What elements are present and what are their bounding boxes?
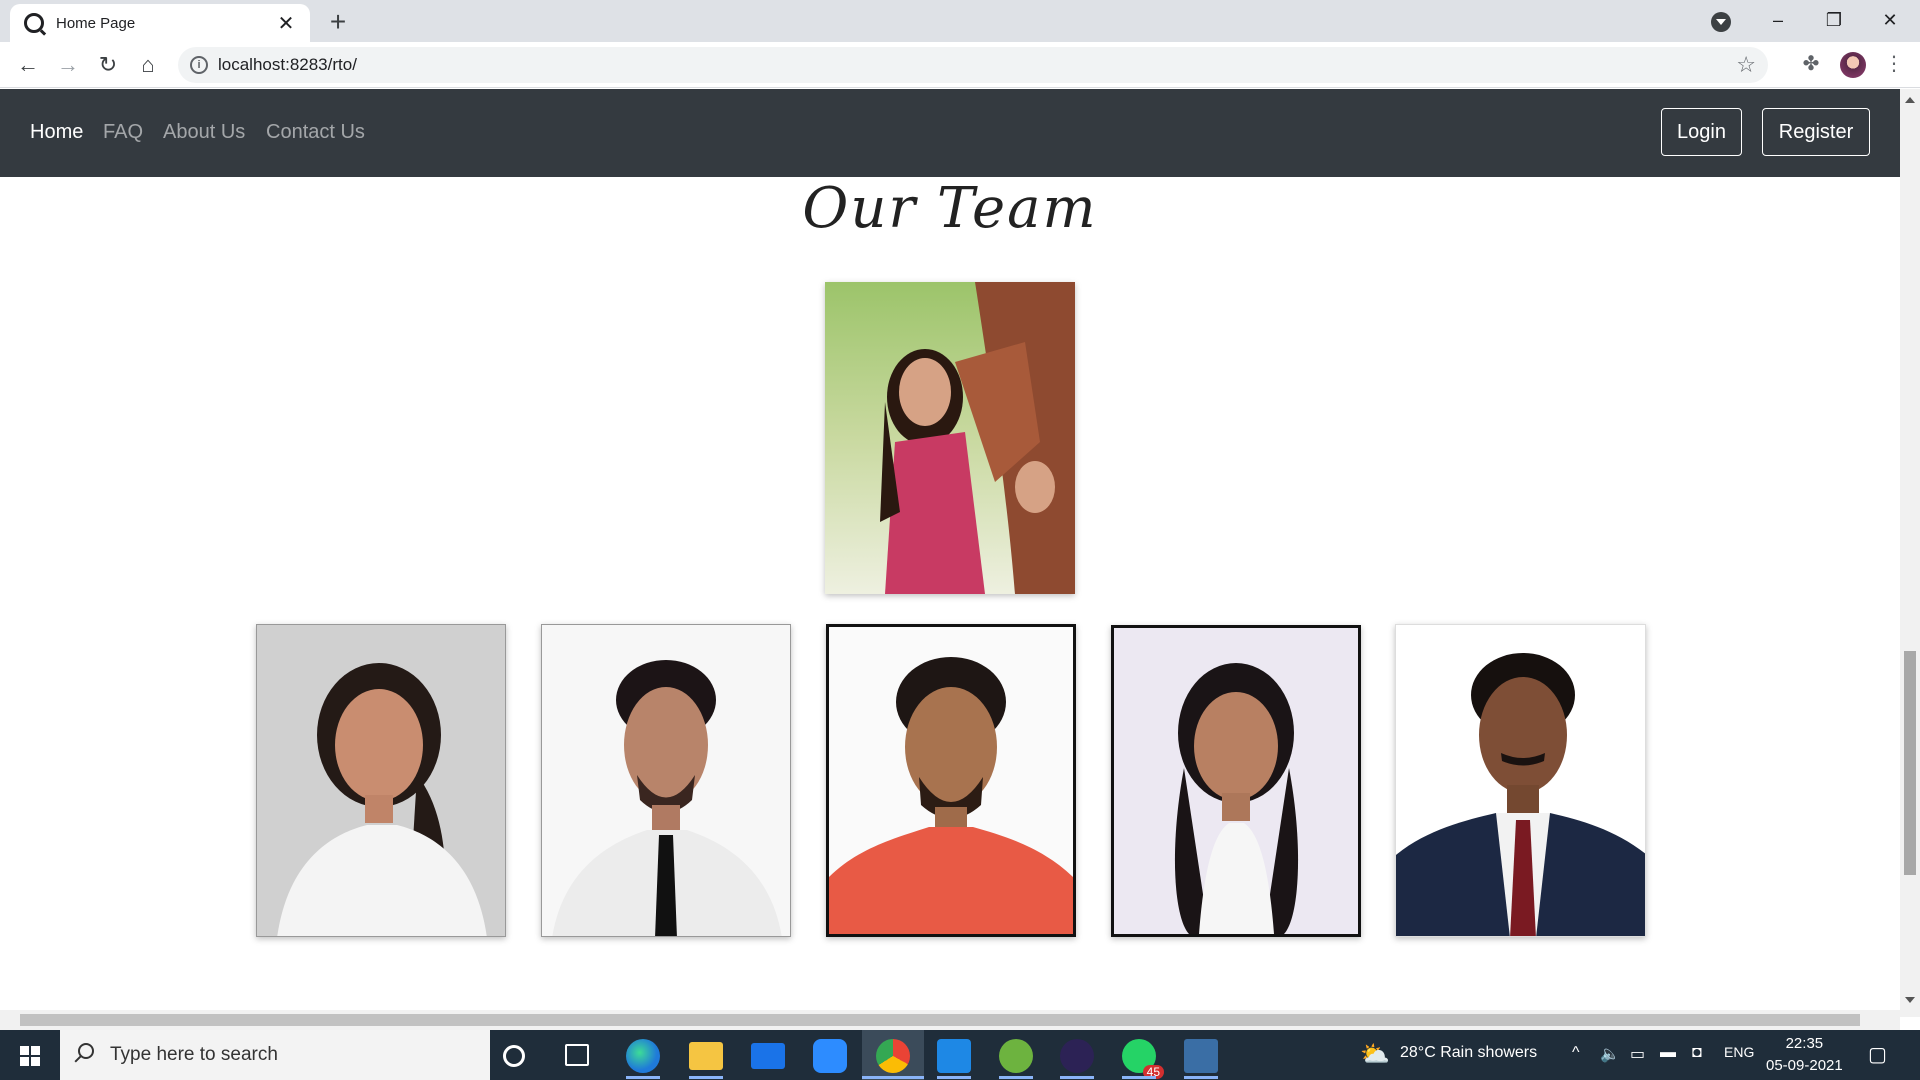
scroll-down-arrow-icon[interactable]: [1905, 997, 1915, 1003]
clock-time: 22:35: [1785, 1035, 1824, 1052]
team-photo-featured: [825, 282, 1075, 594]
browser-toolbar: ← → ↻ ⌂ i localhost:8283/rto/ ☆: [0, 42, 1920, 88]
running-indicator: [1184, 1076, 1218, 1079]
restore-button[interactable]: ❐: [1806, 0, 1862, 42]
new-tab-button[interactable]: +: [322, 6, 354, 38]
vertical-scrollbar-thumb[interactable]: [1904, 651, 1916, 875]
spring-tool-icon[interactable]: [999, 1039, 1033, 1073]
volume-icon[interactable]: 🔈: [1600, 1044, 1620, 1064]
network-icon[interactable]: ▭: [1630, 1044, 1645, 1064]
extensions-puzzle-icon[interactable]: ✤: [1797, 50, 1825, 78]
edge-browser-icon[interactable]: [626, 1039, 660, 1073]
reload-icon[interactable]: ↻: [92, 49, 124, 81]
nav-link-about-us[interactable]: About Us: [163, 121, 245, 144]
chrome-icon[interactable]: [876, 1039, 910, 1073]
site-favicon-icon: [24, 13, 44, 33]
language-indicator[interactable]: ENG: [1724, 1044, 1754, 1060]
weather-rain-icon[interactable]: ⛅: [1360, 1040, 1390, 1069]
nav-link-faq[interactable]: FAQ: [103, 121, 143, 144]
tab-title: Home Page: [56, 14, 136, 32]
notification-center-icon[interactable]: ▢: [1868, 1042, 1887, 1067]
bookmark-star-icon[interactable]: ☆: [1736, 52, 1756, 78]
running-indicator: [999, 1076, 1033, 1079]
taskbar-search-input[interactable]: Type here to search: [60, 1030, 490, 1080]
site-navbar: Home FAQ About Us Contact Us Login Regis…: [0, 89, 1900, 177]
running-indicator: [689, 1076, 723, 1079]
running-indicator: [937, 1076, 971, 1079]
login-button[interactable]: Login: [1661, 108, 1742, 156]
forward-arrow-icon[interactable]: →: [52, 49, 84, 81]
clock-date: 05-09-2021: [1766, 1057, 1843, 1074]
address-bar[interactable]: i localhost:8283/rto/ ☆: [178, 47, 1768, 83]
nav-link-home[interactable]: Home: [30, 121, 83, 144]
team-photo: [826, 624, 1076, 937]
mail-icon[interactable]: [751, 1043, 785, 1069]
running-indicator: [1060, 1076, 1094, 1079]
home-icon[interactable]: ⌂: [132, 49, 164, 81]
task-view-icon[interactable]: [565, 1044, 589, 1066]
team-photo: [541, 624, 791, 937]
show-hidden-icons-icon[interactable]: ^: [1572, 1044, 1580, 1062]
address-url[interactable]: localhost:8283/rto/: [218, 55, 357, 75]
windows-taskbar: Type here to search 45 ⛅ 28°C Rain showe…: [0, 1030, 1920, 1080]
weather-text[interactable]: 28°C Rain showers: [1400, 1044, 1537, 1062]
horizontal-scrollbar-thumb[interactable]: [20, 1014, 1860, 1026]
close-window-button[interactable]: ✕: [1862, 0, 1918, 42]
browser-menu-icon[interactable]: ⋮: [1880, 50, 1908, 78]
running-indicator: [862, 1076, 924, 1079]
register-button[interactable]: Register: [1762, 108, 1870, 156]
site-info-icon[interactable]: i: [190, 56, 208, 74]
nav-link-contact-us[interactable]: Contact Us: [266, 121, 365, 144]
team-photo: [1395, 624, 1646, 937]
vertical-scrollbar[interactable]: [1900, 89, 1920, 1017]
scroll-up-arrow-icon[interactable]: [1905, 97, 1915, 103]
mysql-workbench-icon[interactable]: [1184, 1039, 1218, 1073]
zoom-icon[interactable]: [813, 1039, 847, 1073]
tab-close-icon[interactable]: ✕: [276, 11, 296, 36]
running-indicator: [1122, 1076, 1156, 1079]
horizontal-scrollbar[interactable]: [0, 1010, 1900, 1030]
profile-avatar[interactable]: [1840, 52, 1866, 78]
running-indicator: [626, 1076, 660, 1079]
eclipse-icon[interactable]: [1060, 1039, 1094, 1073]
minimize-button[interactable]: –: [1750, 0, 1806, 42]
page-title: Our Team: [802, 176, 1098, 241]
tab-search-icon[interactable]: [1711, 12, 1731, 32]
vscode-icon[interactable]: [937, 1039, 971, 1073]
windows-start-icon[interactable]: [0, 1030, 60, 1080]
browser-tab[interactable]: Home Page ✕: [10, 4, 310, 42]
cortana-icon[interactable]: [503, 1045, 525, 1067]
taskbar-search-placeholder: Type here to search: [110, 1044, 278, 1065]
back-arrow-icon[interactable]: ←: [12, 49, 44, 81]
team-photo: [256, 624, 506, 937]
file-explorer-icon[interactable]: [689, 1042, 723, 1070]
taskbar-clock[interactable]: 22:35 05-09-2021: [1766, 1033, 1843, 1077]
meet-now-icon[interactable]: ◘: [1692, 1044, 1702, 1062]
search-icon: [78, 1043, 94, 1059]
whatsapp-icon[interactable]: 45: [1122, 1039, 1164, 1079]
browser-tab-strip: Home Page ✕ + – ❐ ✕: [0, 0, 1920, 42]
team-photo: [1111, 625, 1361, 937]
screen: Home Page ✕ + – ❐ ✕ ← → ↻ ⌂ i localhost:…: [0, 0, 1920, 1080]
battery-icon[interactable]: ▬: [1660, 1044, 1676, 1062]
